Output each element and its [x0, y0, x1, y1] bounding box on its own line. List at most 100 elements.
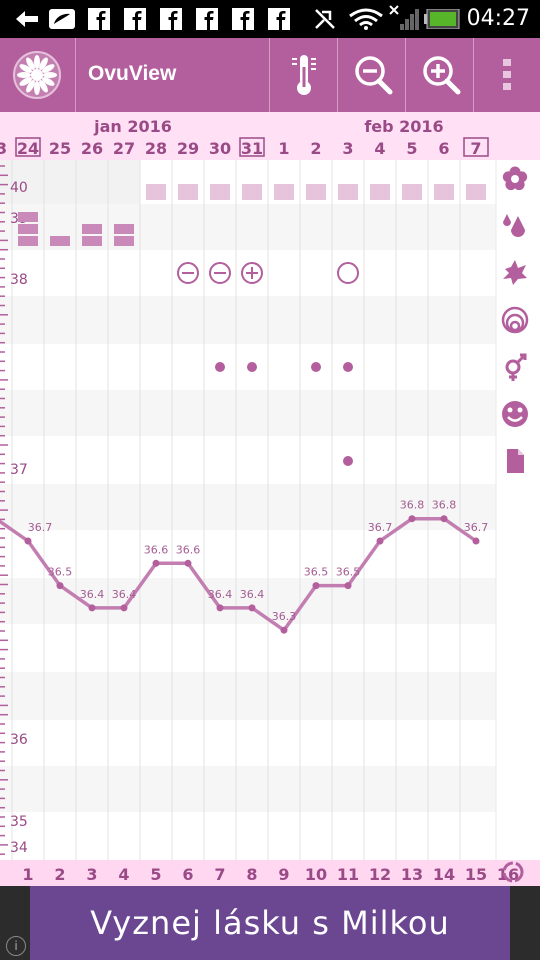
battery-icon — [424, 9, 460, 29]
cycle-day-label: 14 — [433, 865, 455, 884]
month-label-jan: jan 2016 — [93, 117, 172, 136]
period-mark — [146, 184, 166, 200]
temperature-point[interactable] — [88, 604, 96, 612]
overflow-menu-button[interactable] — [474, 38, 540, 112]
facebook-icon — [124, 8, 146, 30]
cycle-day-label: 15 — [465, 865, 487, 884]
facebook-icon — [160, 8, 182, 30]
overflow-menu-icon — [503, 59, 511, 90]
intercourse-mark — [311, 362, 321, 372]
period-mark — [434, 184, 454, 200]
temperature-chart[interactable]: 40393837363534 36.736.536.436.436.636.63… — [0, 160, 540, 860]
flow-mark — [114, 224, 134, 234]
temperature-point[interactable] — [24, 537, 32, 545]
temperature-label: 36.3 — [272, 610, 297, 623]
app-title: OvuView — [88, 62, 177, 85]
top-date-label: 23 — [0, 139, 7, 158]
top-date-label: 5 — [406, 139, 417, 158]
date-header: jan 2016 feb 2016 2324252627282930311234… — [0, 112, 540, 160]
intercourse-mark — [215, 362, 225, 372]
flow-mark — [18, 224, 38, 234]
top-date-label: 7 — [470, 139, 481, 158]
chat-icon — [49, 9, 75, 29]
period-mark — [274, 184, 294, 200]
date-header-svg: jan 2016 feb 2016 2324252627282930311234… — [0, 117, 489, 158]
temperature-point[interactable] — [408, 515, 416, 523]
flow-mark — [82, 236, 102, 246]
note-mark — [343, 456, 353, 466]
temperature-label: 36.7 — [28, 521, 53, 534]
facebook-icon — [268, 8, 290, 30]
document-icon[interactable] — [507, 449, 524, 473]
ad-text: Vyznej lásku s Milkou — [90, 904, 450, 942]
temperature-label: 36.5 — [48, 566, 73, 579]
temperature-point[interactable] — [440, 515, 448, 523]
thermometer-button[interactable] — [270, 38, 337, 112]
zoom-out-button[interactable] — [338, 38, 405, 112]
temperature-label: 36.5 — [304, 566, 329, 579]
temperature-point[interactable] — [56, 582, 64, 590]
flow-mark — [50, 236, 70, 246]
top-date-label: 26 — [81, 139, 103, 158]
cycle-day-label: 1 — [22, 865, 33, 884]
temperature-point[interactable] — [376, 537, 384, 545]
top-date-label: 31 — [241, 139, 263, 158]
intercourse-mark — [343, 362, 353, 372]
top-date-label: 4 — [374, 139, 385, 158]
wifi-icon — [349, 8, 383, 30]
y-axis-label: 35 — [10, 814, 28, 830]
top-date-label: 28 — [145, 139, 167, 158]
period-mark — [370, 184, 390, 200]
facebook-icon — [196, 8, 218, 30]
temperature-point[interactable] — [344, 582, 352, 590]
temperature-point[interactable] — [184, 559, 192, 567]
temperature-label: 36.5 — [336, 566, 361, 579]
ad-info-icon[interactable]: i — [6, 936, 26, 956]
month-label-feb: feb 2016 — [364, 117, 443, 136]
smiley-icon[interactable] — [502, 401, 528, 427]
top-date-label: 25 — [49, 139, 71, 158]
signal-icon — [389, 5, 419, 30]
zoom-in-icon — [422, 56, 460, 95]
app-logo-icon[interactable] — [12, 50, 62, 100]
cycle-day-label: 10 — [305, 865, 327, 884]
temperature-point[interactable] — [120, 604, 128, 612]
y-axis-label: 38 — [10, 272, 28, 288]
top-date-label: 24 — [17, 139, 39, 158]
top-date-label: 30 — [209, 139, 231, 158]
cycle-day-row: 1 2 3 4 5 6 7 8 9 10 11 12 13 14 15 16 — [0, 860, 540, 886]
period-mark — [306, 184, 326, 200]
temperature-point[interactable] — [216, 604, 224, 612]
temperature-point[interactable] — [152, 559, 160, 567]
cycle-day-label: 7 — [214, 865, 225, 884]
clock: 04:27 — [466, 6, 530, 31]
cycle-day-label: 12 — [369, 865, 391, 884]
intercourse-mark — [247, 362, 257, 372]
ad-content[interactable]: Vyznej lásku s Milkou — [30, 886, 510, 960]
flow-mark — [18, 236, 38, 246]
flow-mark — [82, 224, 102, 234]
temperature-point[interactable] — [312, 582, 320, 590]
temperature-label: 36.8 — [400, 499, 425, 512]
temperature-label: 36.4 — [240, 588, 265, 601]
top-date-label: 6 — [438, 139, 449, 158]
temperature-label: 36.4 — [112, 588, 137, 601]
temperature-point[interactable] — [248, 604, 256, 612]
thermometer-icon — [291, 55, 316, 95]
period-mark — [338, 184, 358, 200]
y-axis-label: 34 — [10, 840, 28, 856]
period-mark — [210, 184, 230, 200]
top-date-label: 2 — [310, 139, 321, 158]
temperature-point[interactable] — [280, 626, 288, 634]
top-date-label: 27 — [113, 139, 135, 158]
period-mark — [178, 184, 198, 200]
cycle-day-label: 2 — [54, 865, 65, 884]
zoom-in-button[interactable] — [406, 38, 473, 112]
facebook-icon — [88, 8, 110, 30]
ad-banner[interactable]: Vyznej lásku s Milkou i — [0, 886, 540, 960]
cycle-day-label: 6 — [182, 865, 193, 884]
period-mark — [402, 184, 422, 200]
temperature-point[interactable] — [472, 537, 480, 545]
flow-mark — [114, 236, 134, 246]
chart-svg: 40393837363534 36.736.536.436.436.636.63… — [0, 160, 540, 860]
